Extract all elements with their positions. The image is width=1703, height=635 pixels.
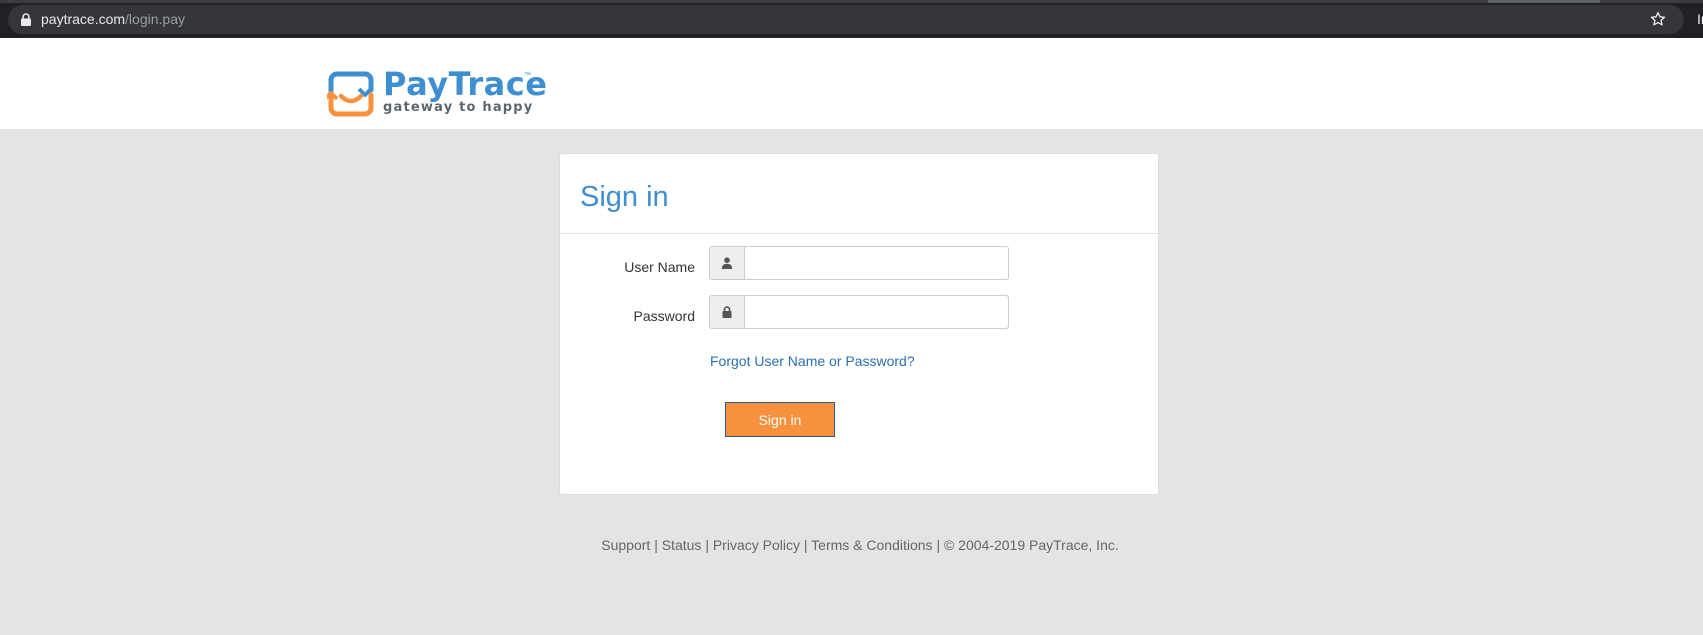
signin-title: Sign in — [580, 181, 669, 213]
site-header: PayTrace ™ gateway to happy — [0, 38, 1703, 129]
brand-name: PayTrace — [383, 65, 548, 103]
url-path: /login.pay — [125, 11, 185, 27]
lock-icon — [722, 306, 732, 318]
footer-separator: | — [803, 537, 808, 553]
signin-panel: Sign in User Name Password Forgot User N… — [559, 153, 1159, 495]
tab-indicator[interactable] — [1488, 0, 1600, 3]
user-icon — [721, 257, 733, 269]
tab-strip — [0, 0, 1703, 3]
lock-icon[interactable] — [20, 13, 32, 26]
username-input-group — [709, 246, 1009, 280]
footer-link-terms-conditions[interactable]: Terms & Conditions — [811, 537, 932, 553]
forgot-credentials-link[interactable]: Forgot User Name or Password? — [710, 353, 915, 369]
toolbar-edge-text[interactable]: In — [1697, 11, 1703, 27]
signin-button[interactable]: Sign in — [725, 402, 835, 437]
footer-separator: | — [705, 537, 709, 553]
browser-toolbar: paytrace.com/login.pay In — [0, 0, 1703, 38]
address-bar[interactable] — [8, 5, 1684, 34]
bookmark-star-icon[interactable] — [1649, 10, 1667, 28]
url-domain: paytrace.com — [41, 11, 126, 27]
footer-link-status[interactable]: Status — [662, 537, 702, 553]
username-label: User Name — [624, 259, 695, 275]
paytrace-logo-mark-icon — [327, 71, 374, 117]
brand-trademark: ™ — [524, 72, 531, 79]
footer: Support | Status | Privacy Policy | Term… — [0, 537, 1703, 553]
footer-link-privacy-policy[interactable]: Privacy Policy — [713, 537, 800, 553]
password-label: Password — [633, 308, 695, 324]
password-input[interactable] — [745, 296, 1008, 328]
username-input[interactable] — [745, 247, 1008, 279]
password-input-group — [709, 295, 1009, 329]
panel-divider — [560, 233, 1158, 234]
footer-copyright: © 2004-2019 PayTrace, Inc. — [943, 537, 1119, 553]
url-text[interactable]: paytrace.com/login.pay — [41, 11, 185, 27]
brand-tagline: gateway to happy — [383, 100, 534, 115]
footer-link-support[interactable]: Support — [601, 537, 650, 553]
username-addon — [710, 247, 745, 279]
footer-separator: | — [654, 537, 658, 553]
password-addon — [710, 296, 745, 328]
footer-separator: | — [936, 537, 941, 553]
